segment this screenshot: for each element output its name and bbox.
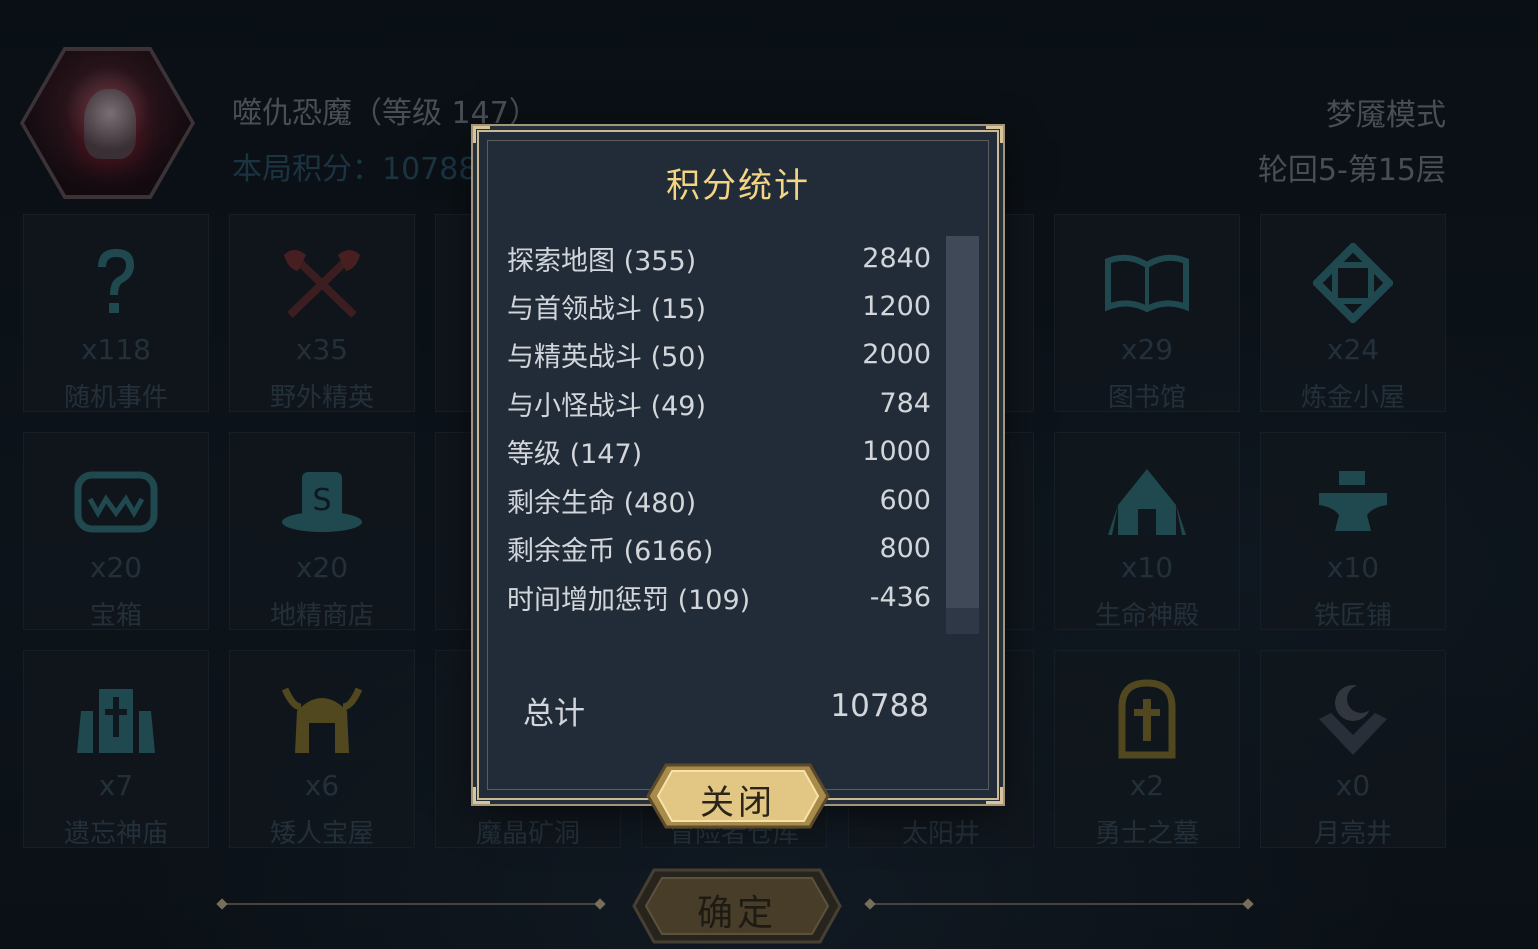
close-button[interactable]: 关闭 [646, 763, 830, 829]
score-row: 探索地图 (355) 2840 [507, 238, 931, 278]
score-row: 时间增加惩罚 (109) -436 [507, 577, 931, 617]
total-value: 10788 [830, 688, 929, 724]
score-row-value: 2000 [862, 338, 931, 370]
score-row-value: 1200 [862, 290, 931, 322]
score-row: 与精英战斗 (50) 2000 [507, 334, 931, 374]
frame-corner [986, 126, 1003, 143]
score-row-label: 与小怪战斗 (49) [507, 390, 707, 422]
scrollbar-thumb[interactable] [946, 236, 979, 608]
score-row-value: 784 [879, 387, 931, 419]
score-row-value: 600 [879, 484, 931, 516]
dialog-title: 积分统计 [666, 166, 810, 206]
score-row-label: 探索地图 (355) [507, 245, 697, 277]
total-label: 总计 [523, 696, 585, 732]
score-row: 与小怪战斗 (49) 784 [507, 383, 931, 423]
score-row: 剩余生命 (480) 600 [507, 480, 931, 520]
score-row-value: -436 [869, 581, 931, 613]
close-button-label: 关闭 [700, 783, 776, 823]
frame-corner [473, 126, 490, 143]
frame-corner [986, 787, 1003, 804]
frame-corner [473, 787, 490, 804]
score-row-label: 与精英战斗 (50) [507, 341, 707, 373]
score-list-scrollbar[interactable] [946, 236, 979, 634]
score-row-label: 等级 (147) [507, 438, 643, 470]
score-row-label: 剩余金币 (6166) [507, 535, 714, 567]
score-stats-dialog: 积分统计 探索地图 (355) 2840 与首领战斗 (15) 1200 与精英… [473, 126, 1003, 804]
score-row-label: 剩余生命 (480) [507, 487, 697, 519]
score-row-value: 1000 [862, 435, 931, 467]
score-row: 等级 (147) 1000 [507, 431, 931, 471]
score-row: 与首领战斗 (15) 1200 [507, 286, 931, 326]
score-row-label: 时间增加惩罚 (109) [507, 584, 751, 616]
score-row: 剩余金币 (6166) 800 [507, 528, 931, 568]
score-list[interactable]: 探索地图 (355) 2840 与首领战斗 (15) 1200 与精英战斗 (5… [507, 232, 931, 634]
score-row-value: 2840 [862, 242, 931, 274]
score-row-value: 800 [879, 532, 931, 564]
score-row-label: 与首领战斗 (15) [507, 293, 707, 325]
total-row: 总计 10788 [523, 688, 929, 733]
